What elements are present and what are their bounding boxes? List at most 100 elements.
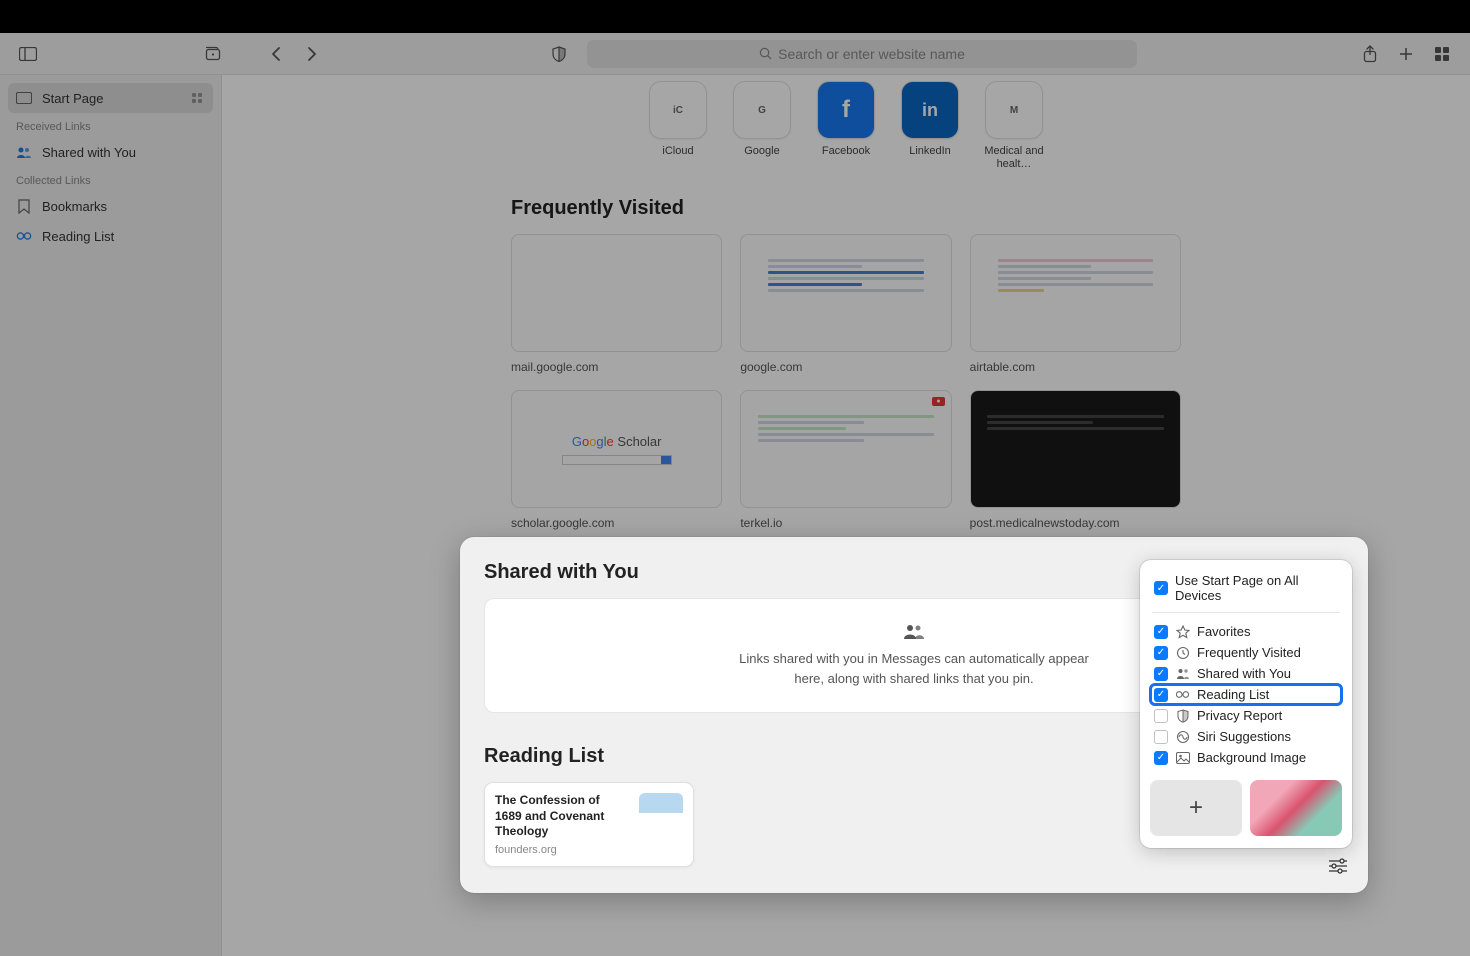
background-thumbnails: +	[1150, 780, 1342, 836]
freq-thumb: Google Scholar	[511, 390, 722, 508]
sidebar-section-collected: Collected Links	[8, 167, 213, 191]
checkbox-checked-icon[interactable]: ✓	[1154, 581, 1168, 595]
setting-label: Favorites	[1197, 624, 1250, 639]
setting-label: Frequently Visited	[1197, 645, 1301, 660]
sidebar-item-label: Reading List	[42, 229, 114, 244]
setting-shared-with-you[interactable]: ✓ Shared with You	[1150, 663, 1342, 684]
sidebar-section-received: Received Links	[8, 113, 213, 137]
bookmark-icon	[16, 198, 32, 214]
favorite-tile: f	[817, 81, 875, 139]
search-placeholder: Search or enter website name	[778, 46, 965, 62]
search-icon	[759, 47, 772, 60]
freq-item[interactable]: mail.google.com	[511, 234, 722, 374]
setting-siri-suggestions[interactable]: Siri Suggestions	[1150, 726, 1342, 747]
favorite-tile: G	[733, 81, 791, 139]
star-icon	[1175, 624, 1190, 639]
grid-icon[interactable]	[189, 90, 205, 106]
favorite-tile: in	[901, 81, 959, 139]
back-button[interactable]	[262, 40, 290, 68]
freq-label: post.medicalnewstoday.com	[970, 516, 1181, 530]
checkbox-checked-icon[interactable]: ✓	[1154, 667, 1168, 681]
divider	[1152, 612, 1340, 613]
freq-item[interactable]: post.medicalnewstoday.com	[970, 390, 1181, 530]
sidebar-item-bookmarks[interactable]: Bookmarks	[8, 191, 213, 221]
reading-list-item[interactable]: The Confession of 1689 and Covenant Theo…	[484, 782, 694, 867]
freq-thumb	[970, 234, 1181, 352]
start-page-icon	[16, 90, 32, 106]
favorite-item[interactable]: f Facebook	[816, 81, 876, 171]
people-icon	[16, 144, 32, 160]
sidebar: Start Page Received Links Shared with Yo…	[0, 75, 222, 956]
favorite-item[interactable]: M Medical and healt…	[984, 81, 1044, 171]
shield-icon[interactable]	[545, 40, 573, 68]
freq-label: scholar.google.com	[511, 516, 722, 530]
forward-button[interactable]	[298, 40, 326, 68]
setting-favorites[interactable]: ✓ Favorites	[1150, 621, 1342, 642]
reading-list-title: The Confession of 1689 and Covenant Theo…	[495, 793, 629, 840]
freq-label: terkel.io	[740, 516, 951, 530]
favorite-tile: iC	[649, 81, 707, 139]
reading-list-source: founders.org	[495, 844, 629, 856]
clock-icon	[1175, 645, 1190, 660]
setting-label: Reading List	[1197, 687, 1269, 702]
favorite-label: Medical and healt…	[984, 145, 1044, 171]
tab-overview-button[interactable]	[1428, 40, 1456, 68]
setting-frequently-visited[interactable]: ✓ Frequently Visited	[1150, 642, 1342, 663]
siri-icon	[1175, 729, 1190, 744]
setting-privacy-report[interactable]: Privacy Report	[1150, 705, 1342, 726]
reading-list-thumb	[639, 793, 683, 837]
setting-label: Privacy Report	[1197, 708, 1282, 723]
add-background-button[interactable]: +	[1150, 780, 1242, 836]
section-frequently-visited: Frequently Visited	[511, 197, 1181, 220]
checkbox-checked-icon[interactable]: ✓	[1154, 751, 1168, 765]
setting-reading-list[interactable]: ✓ Reading List	[1150, 684, 1342, 705]
favorite-label: LinkedIn	[909, 145, 951, 158]
checkbox-checked-icon[interactable]: ✓	[1154, 625, 1168, 639]
favorite-item[interactable]: in LinkedIn	[900, 81, 960, 171]
freq-item[interactable]: Google Scholar scholar.google.com	[511, 390, 722, 530]
favorite-item[interactable]: iC iCloud	[648, 81, 708, 171]
favorite-tile: M	[985, 81, 1043, 139]
freq-item[interactable]: airtable.com	[970, 234, 1181, 374]
sidebar-item-reading-list[interactable]: Reading List	[8, 221, 213, 251]
checkbox-checked-icon[interactable]: ✓	[1154, 646, 1168, 660]
freq-thumb	[970, 390, 1181, 508]
checkbox-unchecked-icon[interactable]	[1154, 709, 1168, 723]
checkbox-checked-icon[interactable]: ✓	[1154, 688, 1168, 702]
sidebar-toggle[interactable]	[14, 40, 42, 68]
freq-label: airtable.com	[970, 360, 1181, 374]
share-button[interactable]	[1356, 40, 1384, 68]
toolbar: Search or enter website name	[0, 33, 1470, 75]
favorite-label: iCloud	[662, 145, 693, 158]
search-field[interactable]: Search or enter website name	[587, 40, 1137, 68]
shared-with-you-message: Links shared with you in Messages can au…	[734, 649, 1094, 688]
freq-item[interactable]: ● terkel.io	[740, 390, 951, 530]
checkbox-unchecked-icon[interactable]	[1154, 730, 1168, 744]
setting-use-all-devices[interactable]: ✓ Use Start Page on All Devices	[1150, 570, 1342, 606]
favorites-row: iC iCloud GGoogle f Facebook in LinkedIn MM…	[511, 81, 1181, 171]
sidebar-item-label: Shared with You	[42, 145, 136, 160]
sidebar-item-shared-with-you[interactable]: Shared with You	[8, 137, 213, 167]
tab-group-button[interactable]	[198, 40, 226, 68]
freq-label: google.com	[740, 360, 951, 374]
freq-item[interactable]: google.com	[740, 234, 951, 374]
setting-background-image[interactable]: ✓ Background Image	[1150, 747, 1342, 768]
background-thumb[interactable]	[1250, 780, 1342, 836]
sidebar-item-label: Start Page	[42, 91, 103, 106]
glasses-icon	[1175, 687, 1190, 702]
new-tab-button[interactable]	[1392, 40, 1420, 68]
frequently-visited-grid: mail.google.com google.com airtable.com …	[511, 234, 1181, 530]
start-page-settings-button[interactable]	[1324, 854, 1352, 878]
address-bar-area: Search or enter website name	[334, 40, 1348, 68]
favorite-label: Facebook	[822, 145, 870, 158]
sidebar-item-start-page[interactable]: Start Page	[8, 83, 213, 113]
setting-label: Siri Suggestions	[1197, 729, 1291, 744]
freq-label: mail.google.com	[511, 360, 722, 374]
freq-thumb	[740, 234, 951, 352]
setting-label: Use Start Page on All Devices	[1175, 573, 1338, 603]
browser-window: Search or enter website name Start Page …	[0, 33, 1470, 956]
glasses-icon	[16, 228, 32, 244]
start-page-settings-popover: ✓ Use Start Page on All Devices ✓ Favori…	[1140, 560, 1352, 848]
people-icon	[1175, 666, 1190, 681]
favorite-item[interactable]: GGoogle	[732, 81, 792, 171]
